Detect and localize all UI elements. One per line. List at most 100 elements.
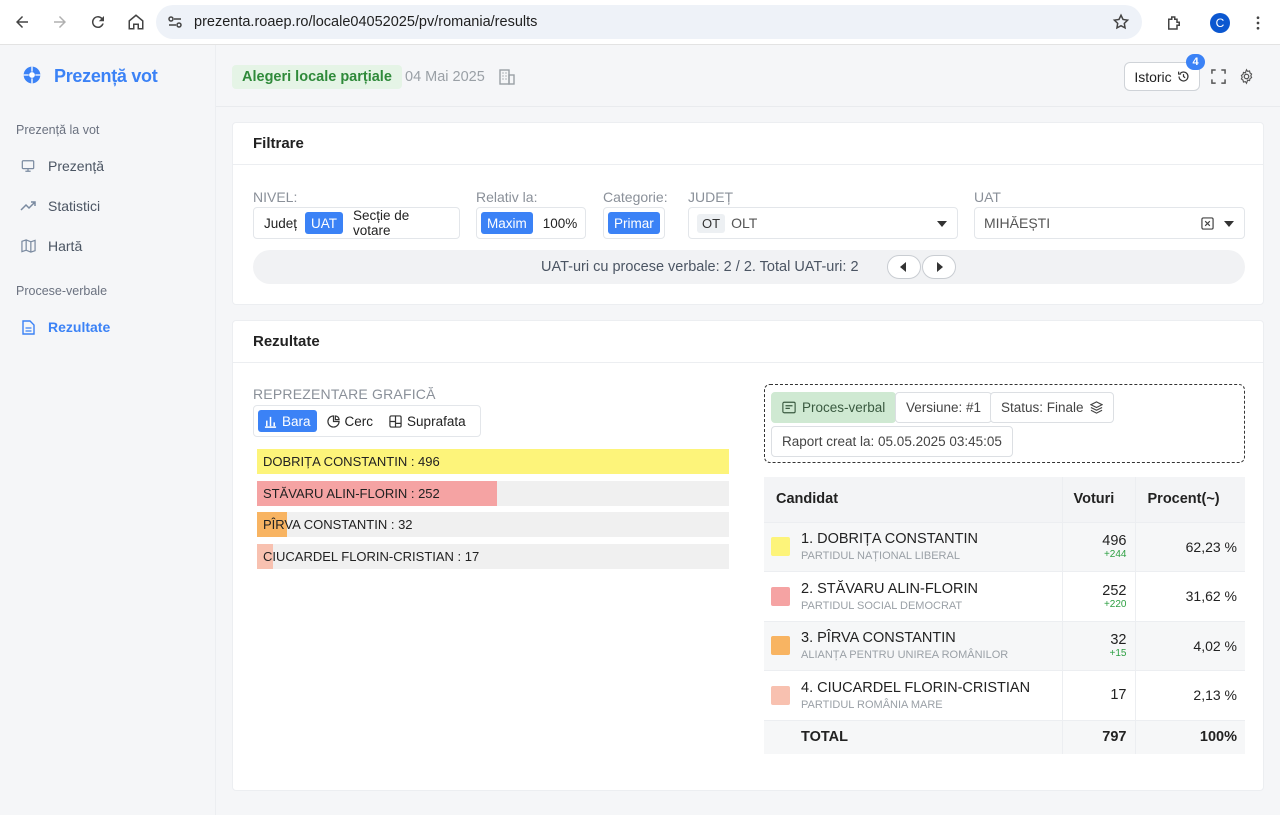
candidate-party: PARTIDUL SOCIAL DEMOCRAT (801, 599, 963, 612)
bar-row[interactable]: STĂVARU ALIN-FLORIN : 252 (257, 480, 729, 506)
address-bar[interactable]: prezenta.roaep.ro/locale04052025/pv/roma… (156, 5, 1142, 39)
next-uat-button[interactable] (922, 255, 956, 279)
layers-icon (1089, 401, 1103, 414)
candidate-name: 3. PÎRVA CONSTANTIN (801, 630, 956, 647)
candidate-name: 1. DOBRIȚA CONSTANTIN (801, 531, 978, 548)
percent-cell: 62,23 % (1134, 521, 1245, 572)
brand-logo[interactable]: Prezență vot (22, 65, 158, 88)
proces-verbal-label: Proces-verbal (802, 400, 886, 415)
relativ-option-maxim[interactable]: Maxim (481, 212, 533, 234)
nivel-option-uat[interactable]: UAT (305, 212, 344, 234)
votes-value: 252 (1102, 582, 1127, 599)
votes-cell: 17 (1061, 670, 1135, 720)
nivel-label: NIVEL: (253, 189, 298, 205)
table-row: 1. DOBRIȚA CONSTANTIN PARTIDUL NAȚIONAL L… (764, 521, 1245, 572)
filter-title: Filtrare (233, 123, 1263, 165)
tab-pie-chart[interactable]: Cerc (321, 410, 380, 432)
candidate-name: 2. STĂVARU ALIN-FLORIN (801, 580, 978, 597)
trending-up-icon (20, 198, 36, 214)
nivel-option-sectie[interactable]: Secție de votare (347, 208, 455, 238)
chart-type-tabs: Bara Cerc Suprafata (253, 405, 481, 437)
bookmark-star-icon[interactable] (1112, 13, 1130, 34)
nivel-option-judet[interactable]: Județ (258, 212, 303, 234)
sidebar-item-label: Hartă (48, 238, 83, 254)
uat-label: UAT (974, 189, 1001, 205)
reload-icon[interactable] (80, 4, 116, 40)
judet-select[interactable]: OT OLT (688, 207, 958, 239)
history-icon (1177, 70, 1190, 83)
categorie-option-primar[interactable]: Primar (608, 212, 660, 234)
back-icon[interactable] (4, 4, 40, 40)
status-chip[interactable]: Status: Finale (990, 392, 1114, 423)
uat-info-strip: UAT-uri cu procese verbale: 2 / 2. Total… (253, 250, 1245, 284)
chevron-down-icon[interactable] (1224, 221, 1234, 227)
tab-treemap-chart[interactable]: Suprafata (383, 410, 472, 432)
header-voturi[interactable]: Voturi (1061, 477, 1135, 522)
sidebar-item-harta[interactable]: Hartă (20, 238, 82, 254)
percent-cell: 31,62 % (1134, 571, 1245, 621)
chart-type-label: REPREZENTARE GRAFICĂ (253, 386, 436, 402)
prev-uat-button[interactable] (887, 255, 921, 279)
tab-bar-chart[interactable]: Bara (258, 410, 317, 432)
bar-row[interactable]: CIUCARDEL FLORIN-CRISTIAN : 17 (257, 543, 729, 569)
candidate-name: 4. CIUCARDEL FLORIN-CRISTIAN (801, 679, 1031, 696)
chevron-down-icon[interactable] (937, 221, 947, 227)
bar-label: PÎRVA CONSTANTIN : 32 (263, 517, 413, 532)
history-label: Istoric (1134, 68, 1172, 85)
sidebar-item-label: Prezență (48, 158, 105, 174)
relativ-segmented: Maxim 100% (476, 207, 586, 239)
home-icon[interactable] (118, 4, 154, 40)
percent-cell: 2,13 % (1134, 670, 1245, 720)
header-procent[interactable]: Procent(~) (1134, 477, 1245, 522)
settings-gear-icon[interactable] (1237, 67, 1255, 85)
table-row: 3. PÎRVA CONSTANTIN ALIANȚA PENTRU UNIREA… (764, 620, 1245, 671)
header-candidat[interactable]: Candidat (764, 477, 1062, 522)
sidebar-item-statistici[interactable]: Statistici (20, 198, 100, 214)
candidate-cell: 2. STĂVARU ALIN-FLORIN PARTIDUL SOCIAL DE… (764, 571, 1062, 621)
relativ-option-100[interactable]: 100% (537, 212, 584, 234)
table-row: 4. CIUCARDEL FLORIN-CRISTIAN PARTIDUL ROM… (764, 670, 1245, 720)
percent-cell: 4,02 % (1134, 620, 1245, 671)
votes-cell: 32 +15 (1061, 620, 1135, 671)
tab-label: Suprafata (407, 413, 466, 429)
proces-verbal-button[interactable]: Proces-verbal (771, 392, 897, 423)
report-created-chip: Raport creat la: 05.05.2025 03:45:05 (771, 426, 1013, 457)
browser-menu-icon[interactable] (1240, 5, 1276, 41)
candidate-cell: 1. DOBRIȚA CONSTANTIN PARTIDUL NAȚIONAL L… (764, 521, 1062, 572)
sidebar: Prezență vot Prezență la vot Prezență St… (0, 45, 216, 815)
candidate-party: PARTIDUL NAȚIONAL LIBERAL (801, 550, 960, 563)
bar-row[interactable]: PÎRVA CONSTANTIN : 32 (257, 512, 729, 537)
votes-value: 32 (1110, 632, 1127, 649)
history-count-badge: 4 (1186, 54, 1205, 70)
results-title: Rezultate (233, 321, 1263, 363)
uat-select[interactable]: MIHĂEȘTI (974, 207, 1245, 239)
total-label: TOTAL (764, 719, 1062, 754)
clear-selection-icon[interactable] (1201, 217, 1214, 230)
site-info-icon[interactable] (158, 5, 192, 39)
bar-label: CIUCARDEL FLORIN-CRISTIAN : 17 (263, 548, 480, 564)
votes-cell: 252 +220 (1061, 571, 1135, 621)
sidebar-item-prezenta[interactable]: Prezență (20, 158, 104, 174)
forward-icon[interactable] (42, 4, 78, 40)
total-votes: 797 (1061, 719, 1135, 754)
building-icon[interactable] (498, 68, 516, 89)
categorie-label: Categorie: (603, 189, 668, 205)
sidebar-item-rezultate[interactable]: Rezultate (20, 319, 110, 335)
sidebar-section-prezenta: Prezență la vot (16, 123, 100, 137)
uat-value: MIHĂEȘTI (984, 215, 1051, 231)
sidebar-section-procese: Procese-verbale (16, 284, 108, 298)
extensions-icon[interactable] (1156, 5, 1192, 41)
candidate-cell: 4. CIUCARDEL FLORIN-CRISTIAN PARTIDUL ROM… (764, 670, 1062, 720)
election-badge: Alegeri locale parțiale (232, 65, 402, 89)
profile-avatar[interactable]: C (1202, 5, 1238, 41)
browser-toolbar: prezenta.roaep.ro/locale04052025/pv/roma… (0, 0, 1280, 45)
aperture-logo-icon (22, 65, 42, 88)
map-icon (20, 238, 36, 254)
bar-row[interactable]: DOBRIȚA CONSTANTIN : 496 (257, 449, 729, 474)
nivel-segmented: Județ UAT Secție de votare (253, 207, 460, 239)
results-table: Candidat Voturi Procent(~) 1. DOBRIȚA CO… (764, 477, 1245, 754)
fullscreen-icon[interactable] (1209, 67, 1227, 85)
candidate-cell: 3. PÎRVA CONSTANTIN ALIANȚA PENTRU UNIREA… (764, 620, 1062, 671)
version-chip[interactable]: Versiune: #1 (895, 392, 993, 423)
candidate-color-swatch (771, 636, 790, 656)
